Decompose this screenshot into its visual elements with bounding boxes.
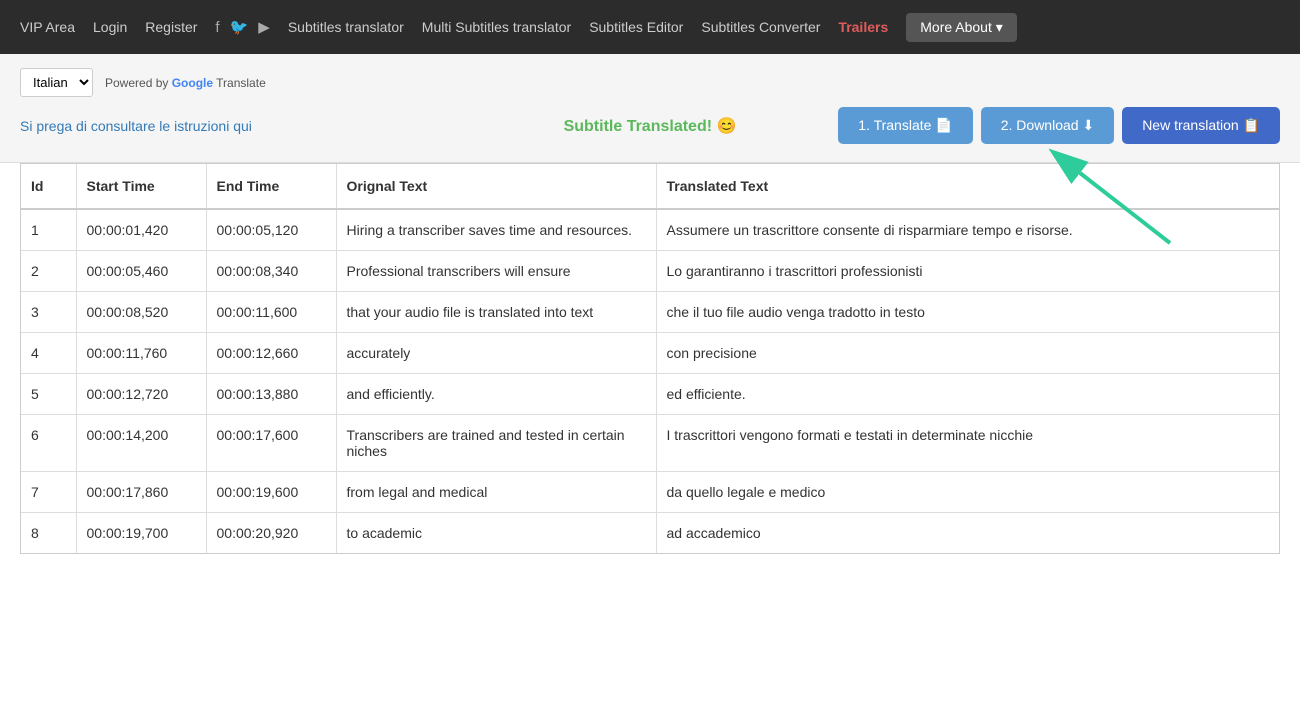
table-row: 6 00:00:14,200 00:00:17,600 Transcribers… [21,415,1279,472]
table-row: 2 00:00:05,460 00:00:08,340 Professional… [21,251,1279,292]
table-row: 4 00:00:11,760 00:00:12,660 accurately c… [21,333,1279,374]
table-header: Id Start Time End Time Orignal Text Tran… [21,164,1279,209]
nav-subtitles-converter[interactable]: Subtitles Converter [701,19,820,35]
table-row: 5 00:00:12,720 00:00:13,880 and efficien… [21,374,1279,415]
cell-start-time: 00:00:08,520 [76,292,206,333]
cell-translated-text: ed efficiente. [656,374,1279,415]
col-header-id: Id [21,164,76,209]
navbar: VIP Area Login Register f 🐦 ▶ Subtitles … [0,0,1300,54]
nav-subtitles-translator[interactable]: Subtitles translator [288,19,404,35]
cell-start-time: 00:00:01,420 [76,209,206,251]
cell-translated-text: che il tuo file audio venga tradotto in … [656,292,1279,333]
cell-original-text: accurately [336,333,656,374]
cell-translated-text: ad accademico [656,513,1279,554]
nav-register[interactable]: Register [145,19,197,35]
cell-start-time: 00:00:05,460 [76,251,206,292]
table-row: 8 00:00:19,700 00:00:20,920 to academic … [21,513,1279,554]
new-translation-button[interactable]: New translation 📋 [1122,107,1280,144]
cell-id: 7 [21,472,76,513]
table-wrapper[interactable]: Id Start Time End Time Orignal Text Tran… [20,163,1280,554]
cell-start-time: 00:00:11,760 [76,333,206,374]
cell-original-text: from legal and medical [336,472,656,513]
cell-translated-text: da quello legale e medico [656,472,1279,513]
instructions-link[interactable]: Si prega di consultare le istruzioni qui [20,118,252,134]
toolbar-middle-wrapper: Si prega di consultare le istruzioni qui… [20,107,1280,144]
translate-button[interactable]: 1. Translate 📄 [838,107,972,144]
table-body: 1 00:00:01,420 00:00:05,120 Hiring a tra… [21,209,1279,553]
nav-trailers[interactable]: Trailers [838,19,888,35]
cell-id: 8 [21,513,76,554]
col-header-start-time: Start Time [76,164,206,209]
toolbar-top: Italian Powered by Google Translate [20,68,1280,97]
col-header-original-text: Orignal Text [336,164,656,209]
cell-id: 5 [21,374,76,415]
cell-translated-text: Assumere un trascrittore consente di ris… [656,209,1279,251]
col-header-translated-text: Translated Text [656,164,1279,209]
subtitle-table: Id Start Time End Time Orignal Text Tran… [21,164,1279,553]
nav-social-icons: f 🐦 ▶ [215,18,269,36]
nav-multi-subtitles-translator[interactable]: Multi Subtitles translator [422,19,571,35]
cell-start-time: 00:00:17,860 [76,472,206,513]
more-about-button[interactable]: More About ▾ [906,13,1017,42]
cell-id: 6 [21,415,76,472]
cell-end-time: 00:00:13,880 [206,374,336,415]
nav-login[interactable]: Login [93,19,127,35]
cell-end-time: 00:00:05,120 [206,209,336,251]
cell-end-time: 00:00:12,660 [206,333,336,374]
table-section: Id Start Time End Time Orignal Text Tran… [0,163,1300,554]
download-button[interactable]: 2. Download ⬇ [981,107,1114,144]
twitter-icon[interactable]: 🐦 [230,18,249,36]
cell-id: 3 [21,292,76,333]
cell-original-text: Transcribers are trained and tested in c… [336,415,656,472]
cell-end-time: 00:00:20,920 [206,513,336,554]
cell-start-time: 00:00:12,720 [76,374,206,415]
subtitle-translated-label: Subtitle Translated! 😊 [564,116,737,136]
cell-translated-text: Lo garantiranno i trascrittori professio… [656,251,1279,292]
powered-by-suffix: Translate [213,76,266,90]
facebook-icon[interactable]: f [215,19,219,36]
cell-start-time: 00:00:19,700 [76,513,206,554]
google-label: Google [172,76,213,90]
cell-translated-text: con precisione [656,333,1279,374]
col-header-end-time: End Time [206,164,336,209]
cell-id: 2 [21,251,76,292]
cell-start-time: 00:00:14,200 [76,415,206,472]
cell-id: 1 [21,209,76,251]
cell-original-text: and efficiently. [336,374,656,415]
nav-subtitles-editor[interactable]: Subtitles Editor [589,19,683,35]
cell-translated-text: I trascrittori vengono formati e testati… [656,415,1279,472]
cell-end-time: 00:00:08,340 [206,251,336,292]
toolbar: Italian Powered by Google Translate Si p… [0,54,1300,163]
youtube-icon[interactable]: ▶ [258,18,270,36]
table-row: 1 00:00:01,420 00:00:05,120 Hiring a tra… [21,209,1279,251]
language-select[interactable]: Italian [20,68,93,97]
cell-original-text: Hiring a transcriber saves time and reso… [336,209,656,251]
nav-vip-area[interactable]: VIP Area [20,19,75,35]
cell-original-text: Professional transcribers will ensure [336,251,656,292]
table-row: 3 00:00:08,520 00:00:11,600 that your au… [21,292,1279,333]
cell-end-time: 00:00:11,600 [206,292,336,333]
cell-original-text: that your audio file is translated into … [336,292,656,333]
cell-id: 4 [21,333,76,374]
table-row: 7 00:00:17,860 00:00:19,600 from legal a… [21,472,1279,513]
cell-end-time: 00:00:17,600 [206,415,336,472]
action-buttons: 1. Translate 📄 2. Download ⬇ New transla… [838,107,1280,144]
powered-by-prefix: Powered by [105,76,172,90]
cell-end-time: 00:00:19,600 [206,472,336,513]
cell-original-text: to academic [336,513,656,554]
powered-by: Powered by Google Translate [105,76,266,90]
